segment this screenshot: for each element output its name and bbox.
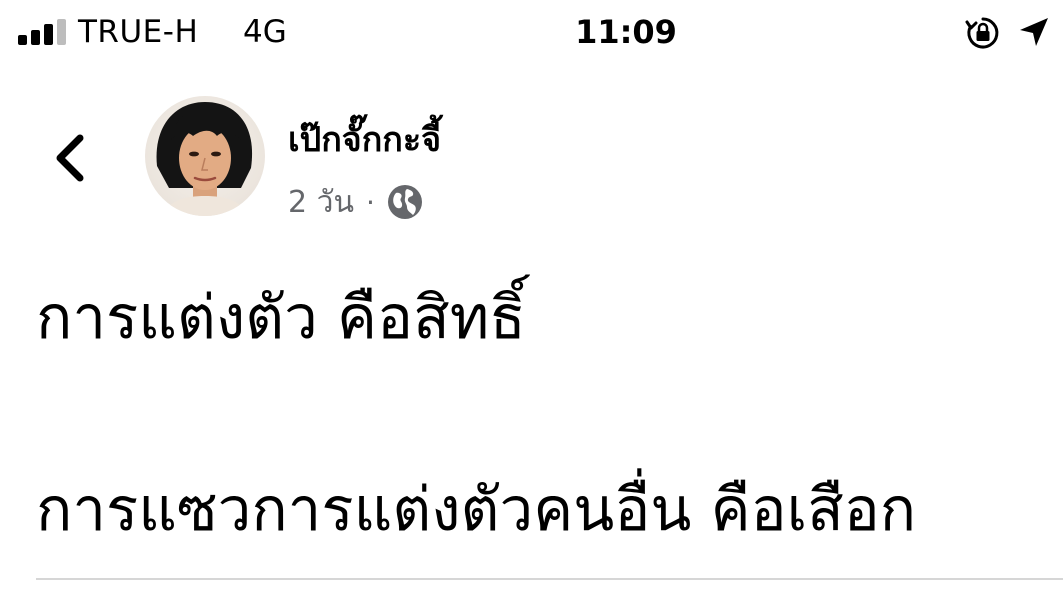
- divider: [36, 578, 1063, 580]
- avatar-photo: [145, 96, 265, 216]
- back-button[interactable]: [40, 124, 102, 190]
- author-name[interactable]: เป๊กจั๊กกะจี้: [288, 118, 441, 162]
- post-meta: 2 วัน ·: [288, 180, 423, 224]
- meta-separator: ·: [365, 185, 375, 219]
- post-text-line-1: การแต่งตัว คือสิทธิ์: [36, 283, 526, 353]
- location-arrow-icon: [1020, 18, 1048, 46]
- post-text-line-2: การแซวการแต่งตัวคนอื่น คือเสือก: [36, 475, 917, 545]
- orientation-lock-icon: [965, 17, 999, 49]
- author-avatar[interactable]: [145, 96, 265, 216]
- chevron-left-icon: [56, 134, 84, 182]
- globe-icon: [387, 185, 422, 219]
- status-bar: TRUE-H 4G 11:09: [0, 0, 1063, 66]
- status-time: 11:09: [575, 13, 677, 51]
- post-time[interactable]: 2 วัน: [288, 179, 354, 226]
